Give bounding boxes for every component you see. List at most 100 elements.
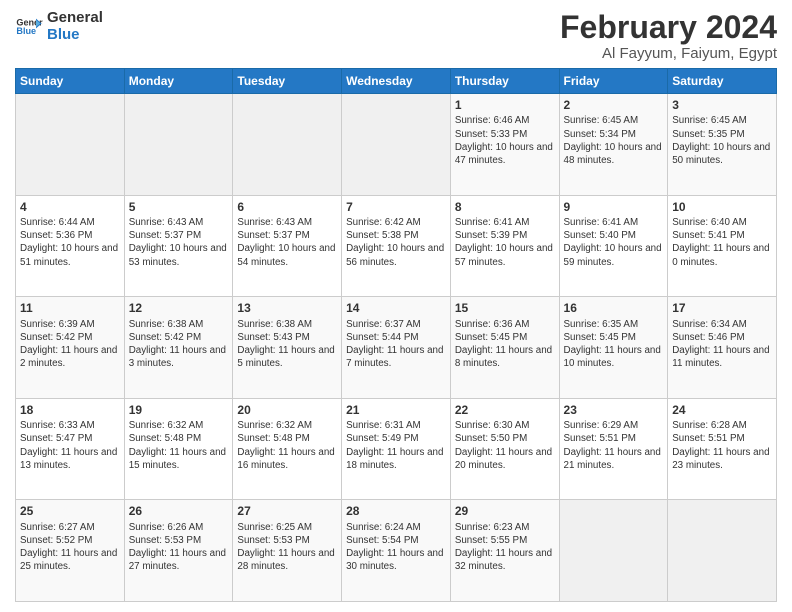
day-info: Sunrise: 6:32 AM Sunset: 5:48 PM Dayligh…: [237, 419, 337, 472]
day-info: Sunrise: 6:38 AM Sunset: 5:42 PM Dayligh…: [129, 318, 229, 371]
calendar-table: SundayMondayTuesdayWednesdayThursdayFrid…: [15, 68, 777, 602]
day-info: Sunrise: 6:32 AM Sunset: 5:48 PM Dayligh…: [129, 419, 229, 472]
title-block: February 2024 Al Fayyum, Faiyum, Egypt: [560, 10, 777, 62]
weekday-header-tuesday: Tuesday: [233, 69, 342, 94]
day-number: 21: [346, 402, 446, 418]
day-number: 18: [20, 402, 120, 418]
day-number: 28: [346, 503, 446, 519]
day-info: Sunrise: 6:27 AM Sunset: 5:52 PM Dayligh…: [20, 521, 120, 574]
day-info: Sunrise: 6:35 AM Sunset: 5:45 PM Dayligh…: [564, 318, 664, 371]
calendar-week-1: 4Sunrise: 6:44 AM Sunset: 5:36 PM Daylig…: [16, 195, 777, 297]
calendar-cell: 19Sunrise: 6:32 AM Sunset: 5:48 PM Dayli…: [124, 398, 233, 500]
calendar-cell: 22Sunrise: 6:30 AM Sunset: 5:50 PM Dayli…: [450, 398, 559, 500]
header: General Blue General Blue February 2024 …: [15, 10, 777, 62]
calendar-cell: [342, 94, 451, 196]
day-number: 22: [455, 402, 555, 418]
weekday-header-thursday: Thursday: [450, 69, 559, 94]
calendar-cell: 29 Sunrise: 6:23 AM Sunset: 5:55 PM Dayli…: [450, 500, 559, 602]
day-number: 23: [564, 402, 664, 418]
day-number: 20: [237, 402, 337, 418]
day-number: 7: [346, 199, 446, 215]
calendar-cell: 27 Sunrise: 6:25 AM Sunset: 5:53 PM Dayli…: [233, 500, 342, 602]
calendar-cell: 28Sunrise: 6:24 AM Sunset: 5:54 PM Dayli…: [342, 500, 451, 602]
day-number: 24: [672, 402, 772, 418]
calendar-cell: [16, 94, 125, 196]
day-number: 2: [564, 97, 664, 113]
day-info: Sunrise: 6:33 AM Sunset: 5:47 PM Dayligh…: [20, 419, 120, 472]
calendar-cell: 16Sunrise: 6:35 AM Sunset: 5:45 PM Dayli…: [559, 297, 668, 399]
day-number: 17: [672, 300, 772, 316]
day-info: Sunrise: 6:40 AM Sunset: 5:41 PM Dayligh…: [672, 216, 772, 269]
weekday-header-saturday: Saturday: [668, 69, 777, 94]
day-number: 6: [237, 199, 337, 215]
day-number: 12: [129, 300, 229, 316]
calendar-cell: 25 Sunrise: 6:27 AM Sunset: 5:52 PM Dayli…: [16, 500, 125, 602]
day-number: 1: [455, 97, 555, 113]
calendar-cell: 23Sunrise: 6:29 AM Sunset: 5:51 PM Dayli…: [559, 398, 668, 500]
day-number: 19: [129, 402, 229, 418]
day-info: Sunrise: 6:29 AM Sunset: 5:51 PM Dayligh…: [564, 419, 664, 472]
calendar-cell: 8Sunrise: 6:41 AM Sunset: 5:39 PM Daylig…: [450, 195, 559, 297]
day-info: Sunrise: 6:30 AM Sunset: 5:50 PM Dayligh…: [455, 419, 555, 472]
day-number: 25: [20, 503, 120, 519]
calendar-cell: 10Sunrise: 6:40 AM Sunset: 5:41 PM Dayli…: [668, 195, 777, 297]
calendar-body: 1Sunrise: 6:46 AM Sunset: 5:33 PM Daylig…: [16, 94, 777, 602]
day-info: Sunrise: 6:25 AM Sunset: 5:53 PM Dayligh…: [237, 521, 337, 574]
day-number: 26: [129, 503, 229, 519]
day-info: Sunrise: 6:23 AM Sunset: 5:55 PM Dayligh…: [455, 521, 555, 574]
day-info: Sunrise: 6:37 AM Sunset: 5:44 PM Dayligh…: [346, 318, 446, 371]
calendar-header-row: SundayMondayTuesdayWednesdayThursdayFrid…: [16, 69, 777, 94]
calendar-cell: 17 Sunrise: 6:34 AM Sunset: 5:46 PM Dayli…: [668, 297, 777, 399]
calendar-cell: 7Sunrise: 6:42 AM Sunset: 5:38 PM Daylig…: [342, 195, 451, 297]
day-number: 13: [237, 300, 337, 316]
logo-icon: General Blue: [15, 13, 43, 41]
weekday-header-wednesday: Wednesday: [342, 69, 451, 94]
calendar-cell: 13 Sunrise: 6:38 AM Sunset: 5:43 PM Dayli…: [233, 297, 342, 399]
calendar-cell: 9Sunrise: 6:41 AM Sunset: 5:40 PM Daylig…: [559, 195, 668, 297]
calendar-week-2: 11 Sunrise: 6:39 AM Sunset: 5:42 PM Dayli…: [16, 297, 777, 399]
day-info: Sunrise: 6:36 AM Sunset: 5:45 PM Dayligh…: [455, 318, 555, 371]
day-number: 29: [455, 503, 555, 519]
day-info: Sunrise: 6:45 AM Sunset: 5:34 PM Dayligh…: [564, 114, 664, 167]
weekday-header-monday: Monday: [124, 69, 233, 94]
day-info: Sunrise: 6:26 AM Sunset: 5:53 PM Dayligh…: [129, 521, 229, 574]
calendar-cell: 14 Sunrise: 6:37 AM Sunset: 5:44 PM Dayli…: [342, 297, 451, 399]
day-info: Sunrise: 6:43 AM Sunset: 5:37 PM Dayligh…: [129, 216, 229, 269]
calendar-cell: 6Sunrise: 6:43 AM Sunset: 5:37 PM Daylig…: [233, 195, 342, 297]
day-info: Sunrise: 6:41 AM Sunset: 5:39 PM Dayligh…: [455, 216, 555, 269]
day-number: 8: [455, 199, 555, 215]
day-number: 10: [672, 199, 772, 215]
day-number: 27: [237, 503, 337, 519]
calendar-cell: [559, 500, 668, 602]
svg-text:Blue: Blue: [16, 26, 36, 36]
day-number: 5: [129, 199, 229, 215]
calendar-week-0: 1Sunrise: 6:46 AM Sunset: 5:33 PM Daylig…: [16, 94, 777, 196]
day-info: Sunrise: 6:34 AM Sunset: 5:46 PM Dayligh…: [672, 318, 772, 371]
calendar-cell: 5Sunrise: 6:43 AM Sunset: 5:37 PM Daylig…: [124, 195, 233, 297]
page-title: February 2024: [560, 10, 777, 45]
day-info: Sunrise: 6:39 AM Sunset: 5:42 PM Dayligh…: [20, 318, 120, 371]
day-number: 14: [346, 300, 446, 316]
calendar-cell: 4Sunrise: 6:44 AM Sunset: 5:36 PM Daylig…: [16, 195, 125, 297]
calendar-cell: 15 Sunrise: 6:36 AM Sunset: 5:45 PM Dayli…: [450, 297, 559, 399]
calendar-week-3: 18Sunrise: 6:33 AM Sunset: 5:47 PM Dayli…: [16, 398, 777, 500]
day-info: Sunrise: 6:44 AM Sunset: 5:36 PM Dayligh…: [20, 216, 120, 269]
calendar-cell: 1Sunrise: 6:46 AM Sunset: 5:33 PM Daylig…: [450, 94, 559, 196]
weekday-header-friday: Friday: [559, 69, 668, 94]
calendar-cell: 18Sunrise: 6:33 AM Sunset: 5:47 PM Dayli…: [16, 398, 125, 500]
logo-general: General: [47, 10, 103, 27]
calendar-cell: 26 Sunrise: 6:26 AM Sunset: 5:53 PM Dayli…: [124, 500, 233, 602]
day-number: 11: [20, 300, 120, 316]
day-info: Sunrise: 6:46 AM Sunset: 5:33 PM Dayligh…: [455, 114, 555, 167]
day-info: Sunrise: 6:38 AM Sunset: 5:43 PM Dayligh…: [237, 318, 337, 371]
logo: General Blue General Blue: [15, 10, 103, 43]
day-number: 15: [455, 300, 555, 316]
logo-blue: Blue: [47, 27, 103, 44]
calendar-cell: 3Sunrise: 6:45 AM Sunset: 5:35 PM Daylig…: [668, 94, 777, 196]
day-info: Sunrise: 6:42 AM Sunset: 5:38 PM Dayligh…: [346, 216, 446, 269]
day-info: Sunrise: 6:45 AM Sunset: 5:35 PM Dayligh…: [672, 114, 772, 167]
calendar-cell: [668, 500, 777, 602]
calendar-cell: 24Sunrise: 6:28 AM Sunset: 5:51 PM Dayli…: [668, 398, 777, 500]
calendar-cell: 21Sunrise: 6:31 AM Sunset: 5:49 PM Dayli…: [342, 398, 451, 500]
calendar-cell: 20Sunrise: 6:32 AM Sunset: 5:48 PM Dayli…: [233, 398, 342, 500]
